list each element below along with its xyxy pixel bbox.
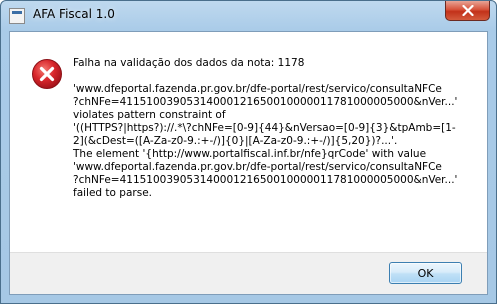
message-line: violates pattern constraint of (73, 109, 226, 121)
message-line: 'www.dfeportal.fazenda.pr.gov.br/dfe-por… (73, 83, 442, 95)
message-line: ?chNFe=411510039053140001216500100000117… (73, 96, 458, 108)
close-button[interactable] (445, 1, 490, 21)
window-title: AFA Fiscal 1.0 (33, 7, 115, 21)
dialog-content: Falha na validação dos dados da nota: 11… (9, 31, 488, 295)
close-icon (461, 5, 474, 16)
message-line: 'www.dfeportal.fazenda.pr.gov.br/dfe-por… (73, 161, 442, 173)
message-line: '((HTTPS?|https?)://.*\?chNFe=[0-9]{44}&… (73, 122, 456, 134)
message-line: The element '{http://www.portalfiscal.in… (73, 148, 427, 160)
error-icon (32, 59, 62, 89)
ok-button[interactable]: OK (389, 262, 462, 284)
message-line: ?chNFe=411510039053140001216500100000117… (73, 174, 458, 186)
title-bar[interactable]: AFA Fiscal 1.0 (1, 1, 496, 31)
error-headline: Falha na validação dos dados da nota: 11… (73, 57, 305, 69)
error-message: Falha na validação dos dados da nota: 11… (73, 57, 478, 200)
dialog-window: AFA Fiscal 1.0 Falha na validação dos da… (0, 0, 497, 304)
app-icon (9, 8, 25, 24)
message-line: 2](&cDest=([A-Za-z0-9.:+-/)]{0}|[A-Za-z0… (73, 135, 398, 147)
message-line: failed to parse. (73, 187, 152, 199)
button-bar: OK (10, 252, 487, 294)
